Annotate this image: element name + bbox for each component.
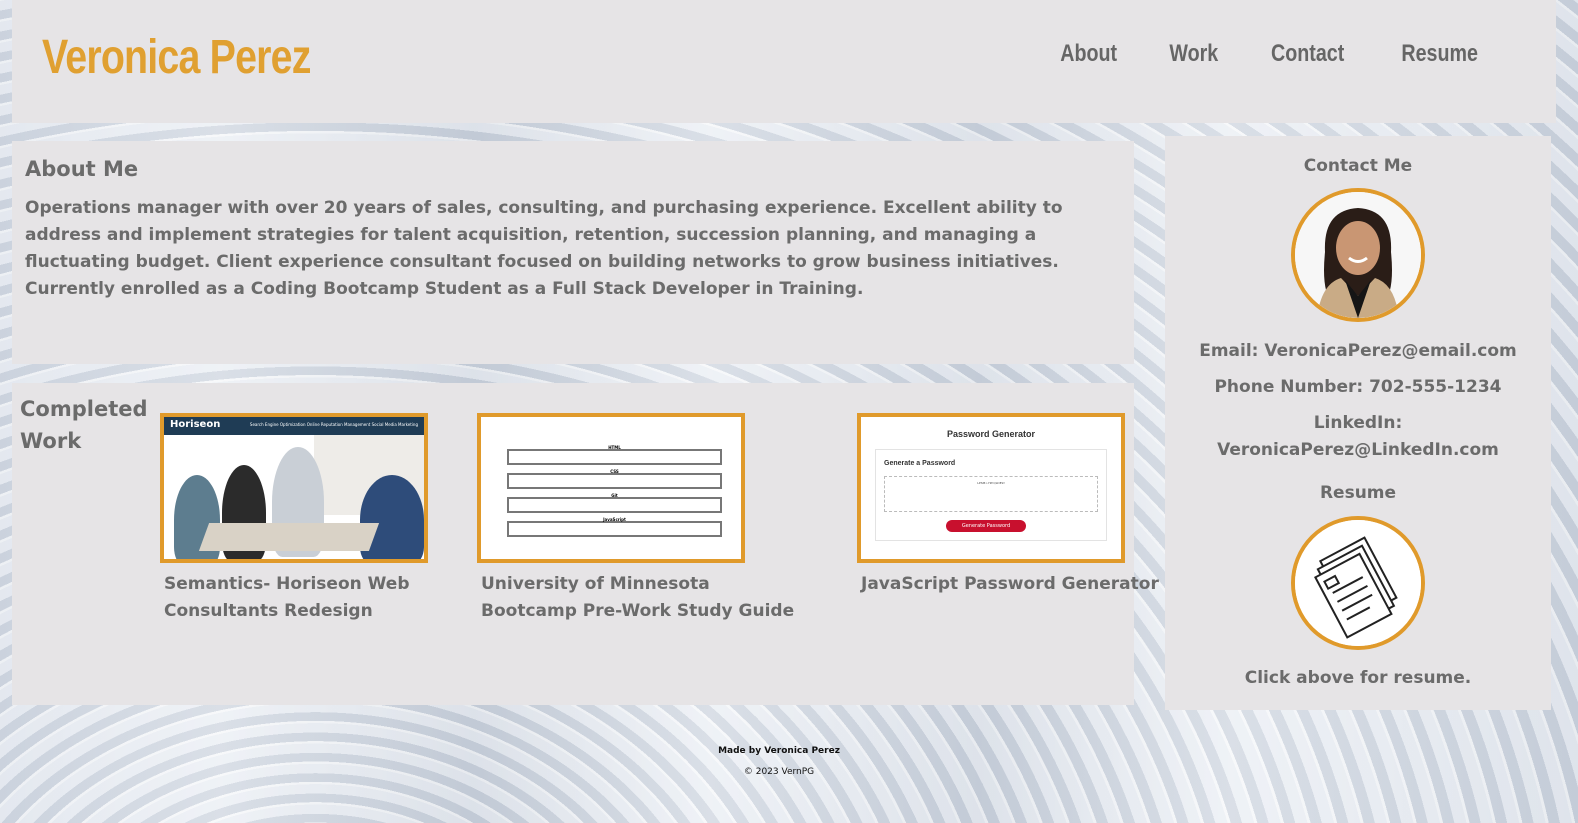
avatar bbox=[1291, 188, 1425, 322]
thumb-footer: I can code! bbox=[597, 550, 625, 556]
thumb-card: Generate a Password LPSM>7#!QLDE9! Gener… bbox=[875, 449, 1107, 541]
about-text: Operations manager with over 20 years of… bbox=[25, 198, 1063, 299]
nav-resume[interactable]: Resume bbox=[1401, 40, 1478, 68]
thumb-password-area: LPSM>7#!QLDE9! bbox=[884, 476, 1098, 512]
thumb-table bbox=[198, 523, 380, 551]
resume-document-icon bbox=[1295, 520, 1421, 646]
footer-made-by: Made by Veronica Perez bbox=[718, 746, 840, 756]
project-card-study-guide[interactable]: Prework Study Guide ~ Open the Console t… bbox=[477, 413, 807, 625]
site-header: Veronica Perez About Work Contact Resume bbox=[12, 0, 1556, 123]
resume-title: Resume bbox=[1319, 483, 1397, 503]
thumb-links: Search Engine Optimization Online Reputa… bbox=[249, 422, 418, 427]
resume-link[interactable] bbox=[1291, 516, 1425, 650]
thumb-section-box: JavaScript bbox=[507, 517, 722, 537]
thumb-section-box: Git bbox=[507, 493, 722, 513]
contact-linkedin-label: LinkedIn: bbox=[1313, 413, 1403, 433]
project-thumbnail-horiseon[interactable]: Horiseon Search Engine Optimization Onli… bbox=[160, 413, 428, 563]
work-section: Completed Work Horiseon Search Engine Op… bbox=[12, 383, 1159, 705]
thumb-generate-button: Generate Password bbox=[946, 520, 1026, 532]
thumb-subtitle: ~ Open the Console to See What's Happeni… bbox=[562, 436, 660, 441]
contact-section: Contact Me Email: VeronicaPerez@email.co… bbox=[1165, 136, 1551, 710]
project-caption[interactable]: University of Minnesota Bootcamp Pre-Wor… bbox=[477, 571, 807, 625]
about-section: About Me Operations manager with over 20… bbox=[12, 141, 1134, 364]
work-title: Completed Work bbox=[20, 397, 148, 453]
thumb-page: HTML CSS Git JavaScript bbox=[485, 443, 737, 545]
contact-phone[interactable]: Phone Number: 702-555-1234 bbox=[1165, 374, 1551, 401]
nav-work[interactable]: Work bbox=[1169, 40, 1218, 68]
footer-copyright: © 2023 VernPG bbox=[743, 767, 815, 777]
site-footer: Made by Veronica Perez © 2023 VernPG bbox=[0, 746, 1558, 777]
project-thumbnail-study-guide[interactable]: Prework Study Guide ~ Open the Console t… bbox=[477, 413, 745, 563]
contact-linkedin[interactable]: VeronicaPerez@LinkedIn.com bbox=[1165, 437, 1551, 464]
site-name[interactable]: Veronica Perez bbox=[42, 30, 311, 85]
project-caption[interactable]: Semantics- Horiseon Web Consultants Rede… bbox=[160, 571, 490, 625]
avatar-photo bbox=[1295, 192, 1421, 318]
project-caption[interactable]: JavaScript Password Generator bbox=[857, 571, 1187, 598]
thumb-section-box: HTML bbox=[507, 445, 722, 465]
nav-about[interactable]: About bbox=[1061, 40, 1118, 68]
thumb-title: Password Generator bbox=[946, 429, 1036, 439]
thumb-section-box: CSS bbox=[507, 469, 722, 489]
thumb-card-title: Generate a Password bbox=[884, 460, 956, 467]
about-title: About Me bbox=[25, 157, 139, 181]
contact-title: Contact Me bbox=[1303, 156, 1413, 176]
project-card-password-generator[interactable]: Password Generator Generate a Password L… bbox=[857, 413, 1187, 598]
thumb-brand: Horiseon bbox=[170, 419, 221, 430]
main-nav: About Work Contact Resume bbox=[1054, 40, 1486, 68]
project-thumbnail-password-generator[interactable]: Password Generator Generate a Password L… bbox=[857, 413, 1125, 563]
thumb-person bbox=[360, 475, 424, 559]
contact-email[interactable]: Email: VeronicaPerez@email.com bbox=[1165, 338, 1551, 365]
project-card-horiseon[interactable]: Horiseon Search Engine Optimization Onli… bbox=[160, 413, 490, 625]
nav-contact[interactable]: Contact bbox=[1271, 40, 1344, 68]
thumb-title: Prework Study Guide bbox=[569, 418, 653, 427]
resume-note: Click above for resume. bbox=[1244, 668, 1472, 688]
